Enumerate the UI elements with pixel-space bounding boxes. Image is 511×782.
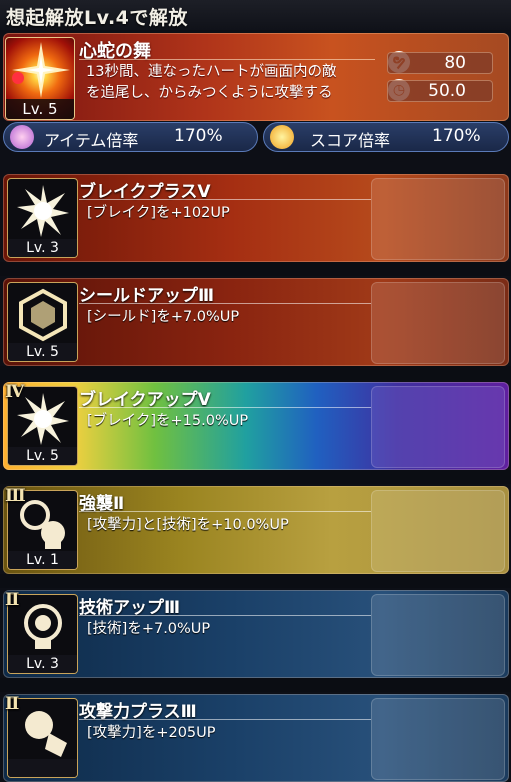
rank-badge: Ⅲ bbox=[5, 486, 26, 506]
rank-badge: Ⅳ bbox=[5, 382, 25, 402]
ability-level: Lv. 3 bbox=[8, 655, 77, 673]
divider bbox=[79, 303, 371, 304]
ability-row[interactable]: Lv. 5 Ⅳ ブレイクアップⅤ [ブレイク]を+15.0%UP bbox=[3, 382, 509, 470]
row-spacer bbox=[0, 678, 511, 692]
ability-description: [攻撃力]と[技術]を+10.0%UP bbox=[87, 517, 289, 533]
row-spacer bbox=[0, 470, 511, 484]
ability-level bbox=[8, 759, 77, 777]
ability-description: [ブレイク]を+15.0%UP bbox=[87, 413, 249, 429]
ability-description: [ブレイク]を+102UP bbox=[87, 205, 230, 221]
ability-panel bbox=[371, 282, 505, 364]
stat-time-value: 50.0 bbox=[428, 81, 466, 101]
ability-row[interactable]: Lv. 1 Ⅲ 強襲Ⅱ [攻撃力]と[技術]を+10.0%UP bbox=[3, 486, 509, 574]
fist-icon bbox=[25, 711, 67, 757]
description-line: を追尾し、からみつくように攻撃する bbox=[86, 85, 333, 101]
item-multiplier: アイテム倍率 170% bbox=[3, 122, 258, 152]
burst-icon bbox=[17, 185, 69, 237]
star-icon bbox=[270, 125, 294, 149]
ability-row[interactable]: Lv. 3 Ⅱ 技術アップⅢ [技術]を+7.0%UP bbox=[3, 590, 509, 678]
main-skill-level: Lv. 5 bbox=[6, 99, 74, 119]
ability-row[interactable]: Ⅱ 攻撃力プラスⅢ [攻撃力]を+205UP bbox=[3, 694, 509, 782]
ability-panel bbox=[371, 594, 505, 676]
description-line: 13秒間、連なったハートが画面内の敵 bbox=[86, 64, 337, 80]
ability-icon-frame: Lv. 3 bbox=[7, 178, 78, 258]
ability-description: [技術]を+7.0%UP bbox=[87, 621, 211, 637]
rank-badge: Ⅱ bbox=[5, 590, 20, 610]
header-title: 想起解放Lv.4で解放 bbox=[6, 7, 188, 29]
ability-panel bbox=[371, 386, 505, 468]
ability-level: Lv. 1 bbox=[8, 551, 77, 569]
shield-icon bbox=[19, 288, 67, 342]
row-spacer bbox=[0, 262, 511, 276]
ability-panel bbox=[371, 178, 505, 260]
item-multiplier-value: 170% bbox=[174, 126, 223, 146]
stat-cost-value: 80 bbox=[444, 53, 466, 73]
rank-badge: Ⅱ bbox=[5, 694, 20, 714]
stat-time: 50.0 bbox=[387, 80, 493, 102]
row-spacer bbox=[0, 366, 511, 380]
ability-panel bbox=[371, 490, 505, 572]
ability-level: Lv. 3 bbox=[8, 239, 77, 257]
divider bbox=[79, 59, 375, 60]
divider bbox=[79, 199, 371, 200]
ability-description: [攻撃力]を+205UP bbox=[87, 725, 216, 741]
ability-level: Lv. 5 bbox=[8, 343, 77, 361]
ability-level: Lv. 5 bbox=[8, 447, 77, 465]
sparkle-icon bbox=[12, 42, 70, 98]
divider bbox=[79, 511, 371, 512]
score-multiplier-value: 170% bbox=[432, 126, 481, 146]
score-multiplier: スコア倍率 170% bbox=[263, 122, 509, 152]
row-spacer bbox=[0, 574, 511, 588]
ability-panel bbox=[371, 698, 505, 780]
divider bbox=[79, 719, 371, 720]
ability-description: [シールド]を+7.0%UP bbox=[87, 309, 240, 325]
header-bar: 想起解放Lv.4で解放 bbox=[0, 0, 511, 30]
divider bbox=[79, 407, 371, 408]
main-skill-description: 13秒間、連なったハートが画面内の敵 を追尾し、からみつくように攻撃する bbox=[86, 62, 386, 104]
divider bbox=[79, 615, 371, 616]
ability-row[interactable]: Lv. 5 シールドアップⅢ [シールド]を+7.0%UP bbox=[3, 278, 509, 366]
score-multiplier-label: スコア倍率 bbox=[310, 131, 391, 150]
main-skill-icon: Lv. 5 bbox=[5, 37, 75, 120]
item-multiplier-label: アイテム倍率 bbox=[44, 131, 139, 150]
head-icon bbox=[24, 604, 62, 649]
ability-icon-frame: Lv. 5 bbox=[7, 282, 78, 362]
ability-row[interactable]: Lv. 3 ブレイクプラスⅤ [ブレイク]を+102UP bbox=[3, 174, 509, 262]
stat-cost: 80 bbox=[387, 52, 493, 74]
gem-icon bbox=[10, 125, 34, 149]
